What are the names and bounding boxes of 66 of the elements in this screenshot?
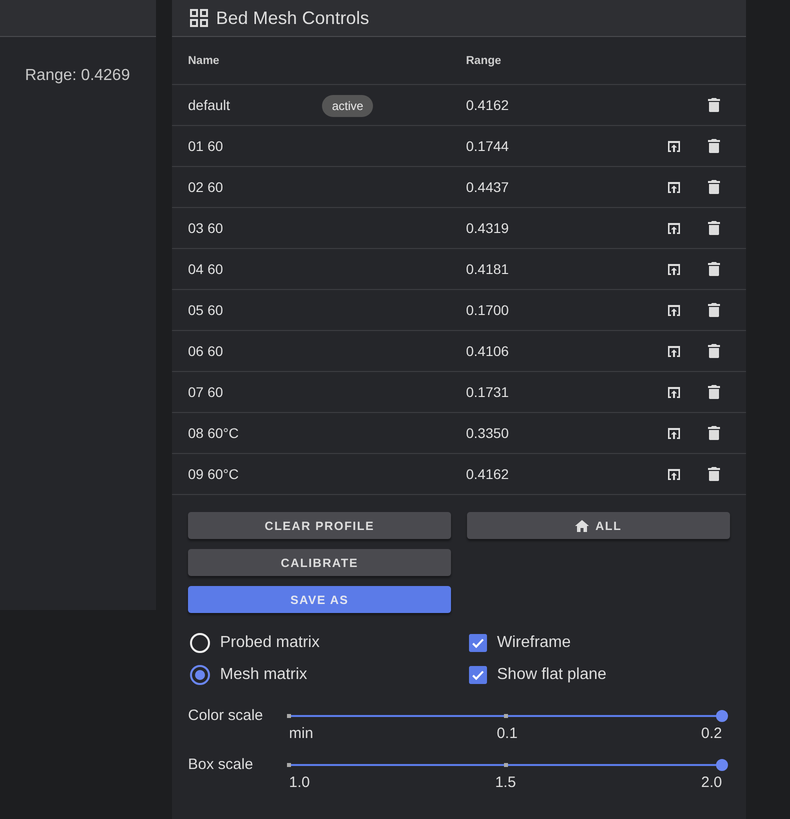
table-cell-text: default: [188, 97, 232, 113]
action-button[interactable]: CALIBRATE: [188, 549, 451, 576]
slider-thumb[interactable]: [716, 710, 728, 722]
delete-icon[interactable]: [708, 385, 720, 399]
tick-label: 2.0: [701, 774, 722, 791]
grid-icon: [190, 9, 208, 27]
tick-label: min: [289, 725, 314, 742]
checkbox-label: Show flat plane: [497, 666, 606, 684]
table-cell-text: 0.1700: [466, 302, 510, 318]
table-cell-text: 03 60: [188, 220, 224, 236]
delete-icon[interactable]: [708, 303, 720, 317]
table-cell-text: 0.4162: [466, 97, 510, 113]
range-text: Range: 0.4269: [25, 67, 131, 85]
checkbox-label: Wireframe: [497, 634, 571, 652]
table-cell-text: 0.3350: [466, 425, 510, 441]
radio-button[interactable]: [190, 665, 210, 685]
table-cell-text: 0.1731: [466, 384, 510, 400]
table-cell-text: 0.4319: [466, 220, 510, 236]
tick-label: 0.2: [701, 725, 722, 742]
delete-icon[interactable]: [708, 344, 720, 358]
radio-label: Probed matrix: [220, 634, 320, 652]
table-cell-text: 04 60: [188, 261, 224, 277]
slider-thumb[interactable]: [716, 759, 728, 771]
load-icon[interactable]: [667, 262, 681, 276]
delete-icon[interactable]: [708, 221, 720, 235]
table-cell-text: 0.4106: [466, 343, 510, 359]
card-title: Bed Mesh Controls: [216, 8, 370, 28]
table-cell-text: 0.4437: [466, 179, 510, 195]
delete-icon[interactable]: [708, 98, 720, 112]
table-cell-text: 01 60: [188, 138, 224, 154]
load-icon[interactable]: [667, 386, 681, 398]
slider-label: Color scale: [188, 707, 264, 725]
table-cell-text: 0.1744: [466, 138, 510, 154]
status-badge: active: [322, 95, 374, 117]
load-icon[interactable]: [667, 426, 681, 440]
load-icon[interactable]: [667, 468, 681, 480]
table-cell-text: 0.4181: [466, 261, 510, 277]
checkbox[interactable]: [469, 666, 487, 684]
delete-icon[interactable]: [708, 467, 720, 481]
table-cell-text: 02 60: [188, 179, 224, 195]
table-cell-text: 07 60: [188, 384, 224, 400]
column-header: Name: [188, 54, 220, 66]
slider-label: Box scale: [188, 756, 254, 774]
load-icon[interactable]: [667, 180, 681, 194]
table-cell-text: 0.4162: [466, 466, 510, 482]
table-cell-text: 09 60°C: [188, 466, 240, 482]
load-icon[interactable]: [667, 222, 681, 234]
delete-icon[interactable]: [708, 262, 720, 276]
load-icon[interactable]: [667, 304, 681, 316]
table-cell-text: 08 60°C: [188, 425, 240, 441]
table-cell-text: 06 60: [188, 343, 224, 359]
tick-label: 1.0: [289, 774, 310, 791]
tick-label: 1.5: [495, 774, 516, 791]
delete-icon[interactable]: [708, 180, 720, 194]
action-button[interactable]: CLEAR PROFILE: [188, 512, 451, 539]
radio-label: Mesh matrix: [220, 666, 308, 684]
column-header: Range: [466, 54, 502, 66]
checkbox[interactable]: [469, 634, 487, 652]
load-icon[interactable]: [667, 140, 681, 152]
table-cell-text: 05 60: [188, 302, 224, 318]
delete-icon[interactable]: [708, 426, 720, 440]
delete-icon[interactable]: [708, 139, 720, 153]
home-icon: [575, 520, 590, 532]
tick-label: 0.1: [496, 725, 518, 742]
load-icon[interactable]: [667, 344, 681, 358]
action-button[interactable]: ALL: [467, 512, 730, 539]
